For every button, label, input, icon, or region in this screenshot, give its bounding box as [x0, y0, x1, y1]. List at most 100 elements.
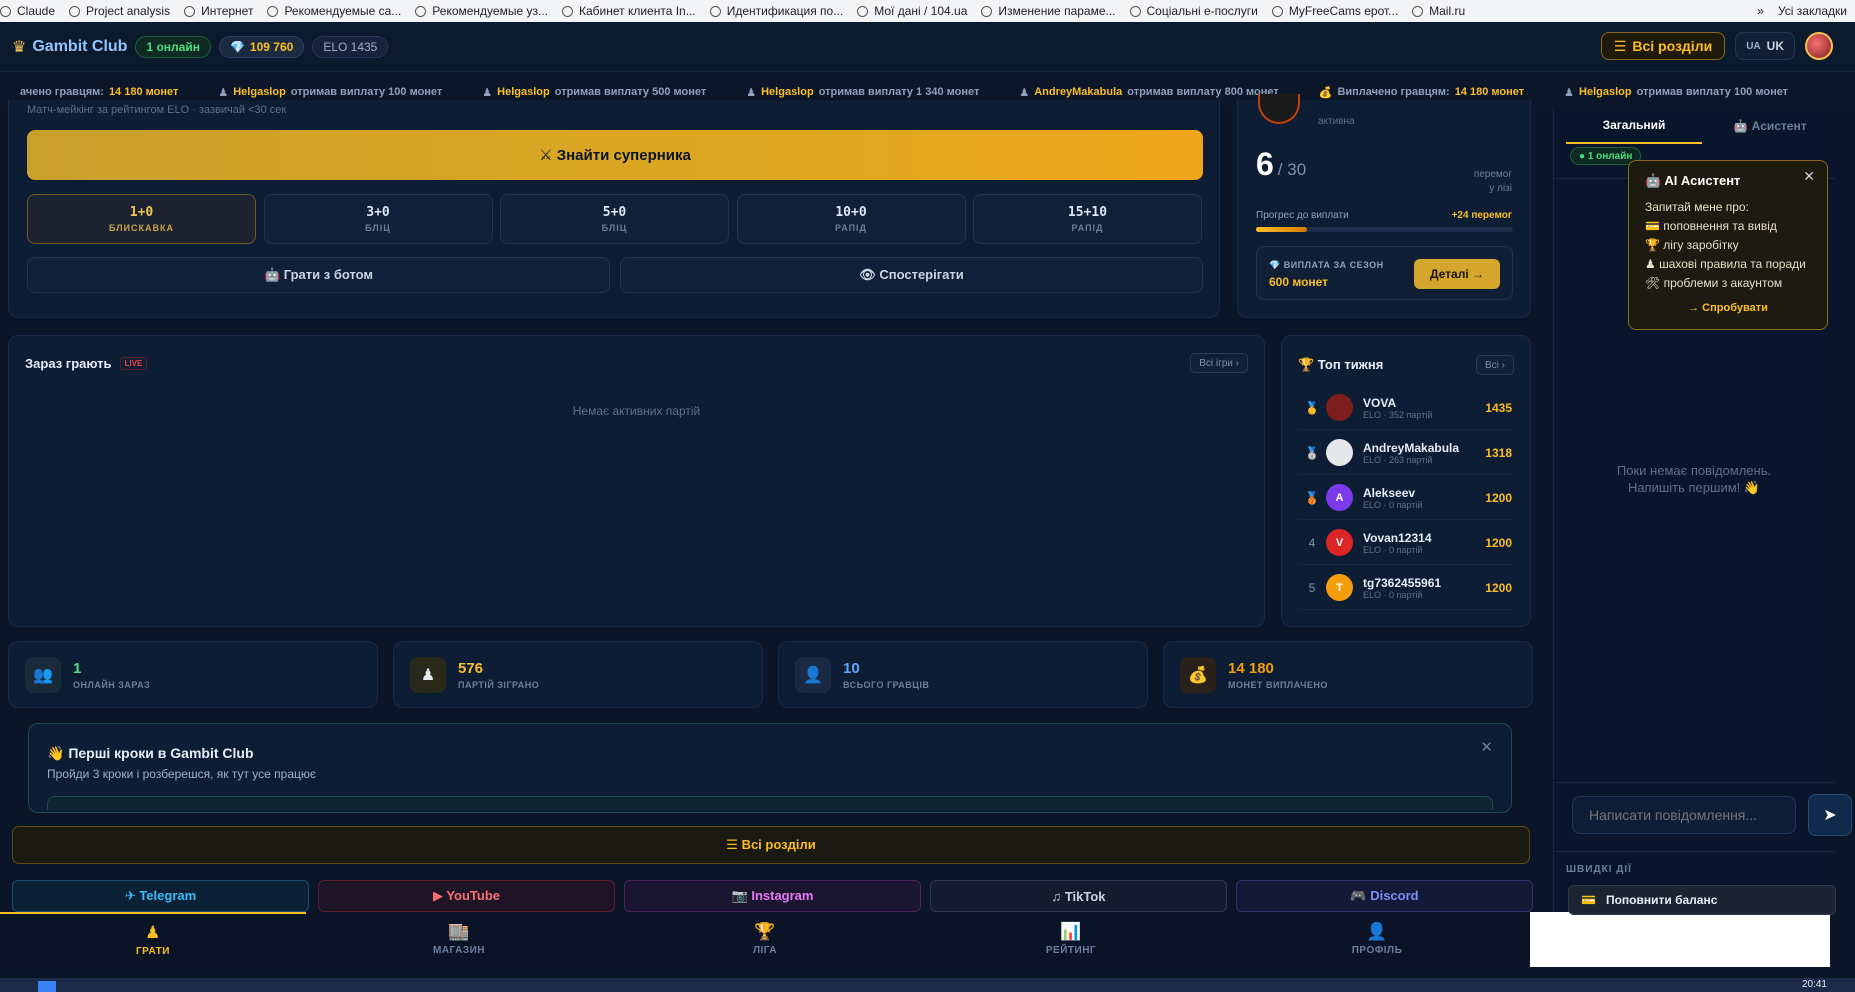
bookmarks-overflow-icon[interactable]: » [1757, 4, 1764, 18]
topup-balance-button[interactable]: 💳 Поповнити баланс [1568, 885, 1836, 915]
ai-assistant-popup: 🤖 AI Асистент ✕ Запитай мене про: 💳 попо… [1628, 160, 1828, 330]
player-elo: 1318 [1485, 445, 1512, 460]
time-control-time: 1+0 [129, 205, 154, 220]
onboarding-title: 👋 Перші кроки в Gambit Club [47, 745, 254, 761]
bookmark-item[interactable]: Интернет [184, 4, 267, 18]
topup-balance-label: Поповнити баланс [1605, 893, 1718, 907]
bookmark-item[interactable]: Мої дані / 104.ua [857, 4, 981, 18]
bookmark-item[interactable]: Claude [0, 4, 69, 18]
nav-item[interactable]: 🏆 ЛІГА [612, 912, 918, 967]
wins-label: перемог [1473, 169, 1512, 180]
social-link[interactable]: ▶ YouTube [318, 880, 615, 912]
time-control-label: БЛІЦ [601, 223, 628, 233]
stat-value: 14 180 [1228, 659, 1274, 677]
bookmark-item[interactable]: Кабинет клиента In... [561, 4, 710, 18]
nav-item[interactable]: 🏬 МАГАЗИН [306, 912, 612, 967]
bookmark-icon [709, 5, 721, 17]
all-sections-bar[interactable]: ☰ Всі розділи [12, 826, 1530, 864]
bookmark-item[interactable]: Рекомендуемые са... [267, 4, 415, 18]
logo[interactable]: ♛ Gambit Club [12, 37, 127, 57]
coin-balance[interactable]: 💎 109 760 [218, 35, 305, 58]
tab-general[interactable]: Загальний [1566, 108, 1702, 144]
live-games-title: Зараз грають [25, 356, 112, 371]
logo-text: Gambit Club [32, 37, 128, 55]
leaderboard-row[interactable]: 🥈 AndreyMakabula ELO · 263 партій 1318 [1298, 431, 1512, 475]
leaderboard-row[interactable]: 🥇 VOVA ELO · 352 партій 1435 [1298, 386, 1512, 430]
time-control-label: РАПІД [835, 223, 867, 233]
social-link[interactable]: ♫ TikTok [930, 880, 1227, 912]
stat-label: ПАРТІЙ ЗІГРАНО [458, 679, 540, 690]
close-glyph: ✕ [1803, 168, 1815, 184]
rank: 🥉 [1304, 490, 1320, 505]
find-opponent-button[interactable]: ⚔ Знайти суперника [27, 130, 1203, 180]
send-button[interactable]: ➤ [1808, 794, 1852, 836]
league-status: активна [1318, 116, 1355, 127]
bookmark-label: Соціальні e-послуги [1146, 4, 1258, 18]
social-link[interactable]: 📷 Instagram [624, 880, 921, 912]
all-leaders-button[interactable]: Всі › [1476, 355, 1514, 375]
menu-icon: ☰ [1613, 37, 1627, 54]
coin-amount: 109 760 [249, 39, 294, 54]
time-control-10-0[interactable]: 10+0 РАПІД [736, 194, 966, 244]
time-control-label: БЛИСКАВКА [108, 223, 174, 233]
nav-item[interactable]: 📊 РЕЙТИНГ [918, 912, 1224, 967]
all-sections-button[interactable]: ☰ Всі розділи [1600, 32, 1726, 60]
play-bot-button[interactable]: 🤖 Грати з ботом [27, 257, 610, 293]
time-control-15-10[interactable]: 15+10 РАПІД [973, 194, 1202, 244]
windows-start-icon[interactable] [38, 981, 56, 992]
live-games-card: Зараз грають LIVE Всі ігри › Немає актив… [8, 335, 1265, 627]
bookmark-label: Рекомендуемые уз... [432, 4, 548, 18]
bookmark-icon [561, 5, 573, 17]
leaderboard-row[interactable]: 🥉 A Alekseev ELO · 0 партій 1200 [1298, 476, 1512, 520]
social-link[interactable]: 🎮 Discord [1236, 880, 1533, 912]
bookmark-icon [981, 5, 993, 17]
close-icon[interactable]: ✕ [1480, 738, 1493, 756]
bookmark-item[interactable]: Project analysis [69, 4, 184, 18]
ticker-item: ♟ Helgaslop отримав виплату 100 монет [1544, 86, 1808, 99]
language-label: UK [1766, 39, 1784, 53]
all-games-button[interactable]: Всі ігри › [1190, 353, 1248, 373]
bookmark-icon [69, 5, 81, 17]
bookmark-item[interactable]: Рекомендуемые уз... [415, 4, 562, 18]
progress-fill [1256, 227, 1308, 232]
bookmark-item[interactable]: Идентификация по... [709, 4, 857, 18]
time-control-1-0[interactable]: 1+0 БЛИСКАВКА [27, 194, 256, 244]
nav-item[interactable]: 👤 ПРОФІЛЬ [1224, 912, 1530, 967]
player-name: Vovan12314 [1363, 530, 1432, 545]
stat-card: 💰 14 180 МОНЕТ ВИПЛАЧЕНО [1163, 641, 1533, 708]
social-link[interactable]: ✈ Telegram [12, 880, 309, 912]
divider [1553, 782, 1835, 783]
clock: 20:41 [1801, 979, 1827, 990]
avatar[interactable] [1805, 32, 1833, 60]
bookmark-label: Рекомендуемые са... [284, 4, 402, 18]
nav-item[interactable]: ♟ ГРАТИ [0, 912, 306, 967]
bookmark-item[interactable]: Изменение параме... [981, 4, 1129, 18]
time-control-5-0[interactable]: 5+0 БЛІЦ [500, 194, 729, 244]
nav-icon: 🏆 [754, 922, 776, 941]
leaderboard-row[interactable]: 4 V Vovan12314 ELO · 0 партій 1200 [1298, 521, 1512, 565]
try-assistant-link[interactable]: → Спробувати [1645, 302, 1811, 314]
bookmark-item[interactable]: Соціальні e-послуги [1129, 4, 1272, 18]
close-icon[interactable]: ✕ [1803, 168, 1815, 185]
stat-icon: ♟ [410, 656, 446, 693]
bookmark-icon [1271, 5, 1283, 17]
chat-message-input[interactable] [1572, 796, 1796, 834]
progress-remaining: +24 перемог [1451, 210, 1512, 221]
stat-icon: 👤 [795, 656, 831, 693]
leaderboard-row[interactable]: 5 Ttg7362455961 ELO · 0 партій 1200 [1298, 566, 1512, 610]
player-elo: 1200 [1485, 490, 1512, 505]
details-button[interactable]: Деталі → [1414, 259, 1500, 289]
spectate-button[interactable]: 👁 Спостерігати [620, 257, 1203, 293]
bookmark-item[interactable]: Mail.ru [1412, 4, 1479, 18]
tab-general-label: Загальний [1602, 118, 1666, 132]
all-bookmarks[interactable]: Усі закладки [1778, 4, 1847, 18]
language-switch[interactable]: UA UK [1735, 32, 1795, 60]
player-elo: 1200 [1485, 535, 1512, 550]
player-elo: 1200 [1485, 580, 1512, 595]
player-sub: ELO · 352 партій [1363, 409, 1433, 420]
time-control-3-0[interactable]: 3+0 БЛІЦ [263, 194, 493, 244]
bookmark-item[interactable]: MyFreeCams ерот... [1271, 4, 1412, 18]
tab-assistant[interactable]: 🤖 Асистент [1702, 108, 1838, 144]
details-label: Деталі → [1429, 267, 1485, 281]
bookmark-icon [184, 5, 196, 17]
